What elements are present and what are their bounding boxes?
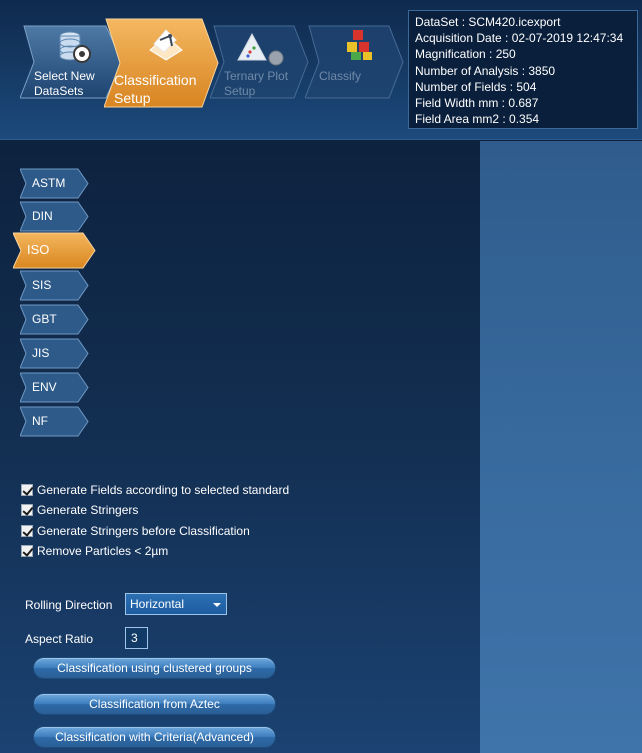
step-classify[interactable]: Classify [305, 24, 405, 100]
step-ternary-plot-setup[interactable]: Ternary Plot Setup [210, 24, 310, 100]
option-generate-fields[interactable]: Generate Fields according to selected st… [21, 482, 289, 498]
standard-tab-env[interactable]: ENV [20, 372, 89, 403]
standard-label: JIS [32, 346, 50, 360]
option-label: Generate Fields according to selected st… [37, 483, 290, 497]
step-label: Select New DataSets [34, 69, 95, 98]
dropdown-arrow-icon [213, 603, 221, 607]
rolling-direction-value: Horizontal [130, 597, 185, 611]
option-label: Generate Stringers [37, 503, 139, 517]
standard-label: DIN [32, 209, 53, 223]
step-label: Ternary Plot Setup [224, 69, 289, 98]
step-label: Classify [319, 69, 362, 83]
checkbox-checked[interactable] [21, 525, 33, 537]
classification-aztec-button[interactable]: Classification from Aztec [33, 693, 276, 715]
acquisition-date: Acquisition Date : 02-07-2019 12:47:34 [415, 31, 624, 46]
rolling-direction-label: Rolling Direction [25, 598, 113, 612]
standard-tab-iso[interactable]: ISO [13, 232, 96, 269]
option-label: Remove Particles < 2µm [37, 544, 169, 558]
standard-label: NF [32, 414, 48, 428]
option-stringers-before-classification[interactable]: Generate Stringers before Classification [21, 523, 250, 539]
standard-label: SIS [32, 278, 52, 292]
standard-tab-jis[interactable]: JIS [20, 338, 89, 369]
rolling-direction-select[interactable]: Horizontal [125, 593, 227, 615]
standard-tab-gbt[interactable]: GBT [20, 304, 89, 335]
workflow-header: Select New DataSets Classification Setup [0, 0, 642, 140]
dataset-info-panel: DataSet : SCM420.icexport Acquisition Da… [408, 10, 638, 129]
option-label: Generate Stringers before Classification [37, 524, 250, 538]
aspect-ratio-input[interactable]: 3 [125, 627, 148, 649]
standard-tab-din[interactable]: DIN [20, 201, 89, 232]
aspect-ratio-label: Aspect Ratio [25, 632, 94, 646]
preview-area [480, 141, 642, 753]
field-area: Field Area mm2 : 0.354 [415, 112, 540, 127]
standard-label: ASTM [32, 176, 66, 190]
standard-label: GBT [32, 312, 57, 326]
checkbox-checked[interactable] [21, 484, 33, 496]
standard-label: ISO [27, 242, 50, 257]
field-width: Field Width mm : 0.687 [415, 96, 539, 111]
standard-tab-astm[interactable]: ASTM [20, 168, 89, 199]
option-remove-particles[interactable]: Remove Particles < 2µm [21, 543, 168, 559]
step-label: Classification Setup [114, 72, 197, 106]
checkbox-checked[interactable] [21, 504, 33, 516]
standard-tab-sis[interactable]: SIS [20, 270, 89, 301]
dataset-name: DataSet : SCM420.icexport [415, 15, 561, 29]
number-of-analysis: Number of Analysis : 3850 [415, 63, 556, 78]
standard-tab-nf[interactable]: NF [20, 406, 89, 437]
standard-label: ENV [32, 380, 57, 394]
classification-criteria-button[interactable]: Classification with Criteria(Advanced) [33, 726, 276, 748]
classification-clustered-button[interactable]: Classification using clustered groups [33, 657, 276, 679]
number-of-fields: Number of Fields : 504 [415, 79, 537, 94]
checkbox-checked[interactable] [21, 545, 33, 557]
magnification: Magnification : 250 [415, 47, 516, 62]
option-generate-stringers[interactable]: Generate Stringers [21, 502, 138, 518]
step-classification-setup[interactable]: Classification Setup [104, 18, 220, 108]
